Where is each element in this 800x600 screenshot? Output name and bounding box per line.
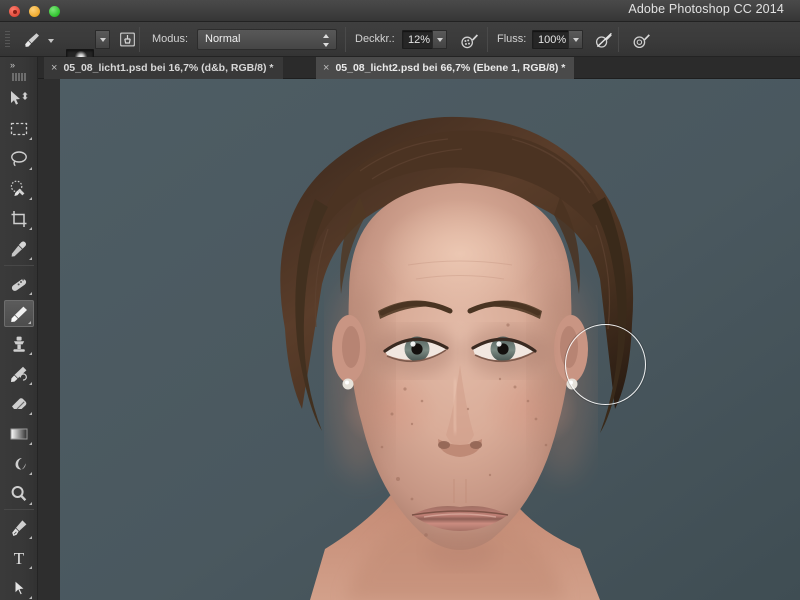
dodge-burn-tool[interactable] <box>4 450 34 477</box>
history-brush-tool[interactable] <box>4 360 34 387</box>
tool-flyout-indicator <box>29 472 32 475</box>
brush-tool-preset-icon[interactable] <box>20 28 44 51</box>
type-tool[interactable]: T <box>4 544 34 571</box>
canvas-area <box>38 79 800 600</box>
move-tool[interactable] <box>4 85 34 112</box>
title-bar: Adobe Photoshop CC 2014 <box>0 0 800 22</box>
mode-label: Modus: <box>152 33 189 45</box>
rectangular-marquee-tool[interactable] <box>4 115 34 142</box>
path-selection-tool[interactable] <box>4 574 34 600</box>
quick-selection-tool[interactable] <box>4 175 34 202</box>
photoshop-window: Adobe Photoshop CC 2014 160 <box>0 0 800 600</box>
brush-size-stepper[interactable] <box>95 30 110 49</box>
pressure-opacity-toggle-icon[interactable] <box>592 28 616 51</box>
tool-flyout-indicator <box>29 442 32 445</box>
close-tab-icon[interactable]: × <box>323 62 329 74</box>
svg-text:T: T <box>14 549 25 568</box>
tool-flyout-indicator <box>29 566 32 569</box>
opacity-label: Deckkr.: <box>355 33 395 45</box>
tool-flyout-indicator <box>29 137 32 140</box>
crop-tool[interactable] <box>4 205 34 232</box>
document-tab-label: 05_08_licht2.psd bei 66,7% (Ebene 1, RGB… <box>335 62 566 74</box>
pressure-size-toggle-icon[interactable] <box>630 28 654 51</box>
portrait-photo <box>60 79 800 600</box>
tool-flyout-indicator <box>29 596 32 599</box>
tool-options-bar: 160 Modus: Normal Deckkr.: 12% <box>0 22 800 74</box>
document-tab-licht1[interactable]: × 05_08_licht1.psd bei 16,7% (d&b, RGB/8… <box>44 57 283 79</box>
minimize-window-button[interactable] <box>29 6 40 17</box>
gradient-tool[interactable] <box>4 420 34 447</box>
tool-flyout-indicator <box>28 321 31 324</box>
document-tab-label: 05_08_licht1.psd bei 16,7% (d&b, RGB/8) … <box>63 62 274 74</box>
blend-mode-value: Normal <box>205 33 241 45</box>
brush-tool[interactable] <box>4 300 34 327</box>
document-canvas[interactable] <box>60 79 800 600</box>
options-bar-grip[interactable] <box>5 31 10 48</box>
document-tab-licht2[interactable]: × 05_08_licht2.psd bei 66,7% (Ebene 1, R… <box>316 57 575 79</box>
flow-label: Fluss: <box>497 33 527 45</box>
tool-flyout-indicator <box>29 197 32 200</box>
eyedropper-tool[interactable] <box>4 235 34 262</box>
tool-flyout-indicator <box>29 167 32 170</box>
application-title: Adobe Photoshop CC 2014 <box>628 2 784 16</box>
brush-panel-toggle-icon[interactable] <box>115 28 139 51</box>
close-window-button[interactable] <box>9 6 20 17</box>
brush-preset-caret-icon[interactable] <box>48 39 54 43</box>
tool-flyout-indicator <box>29 227 32 230</box>
eraser-tool[interactable] <box>4 390 34 417</box>
zoom-tool[interactable] <box>4 480 34 507</box>
options-separator <box>618 27 619 52</box>
tool-flyout-indicator <box>29 352 32 355</box>
tools-panel: » T <box>0 57 38 600</box>
clone-stamp-tool[interactable] <box>4 330 34 357</box>
close-tab-icon[interactable]: × <box>51 62 57 74</box>
options-separator <box>345 27 346 52</box>
tool-flyout-indicator <box>29 292 32 295</box>
tool-flyout-indicator <box>29 382 32 385</box>
collapse-panel-icon[interactable]: » <box>10 60 15 70</box>
pen-tool[interactable] <box>4 514 34 541</box>
tool-flyout-indicator <box>29 257 32 260</box>
airbrush-toggle-icon[interactable] <box>458 28 482 51</box>
flow-dropdown-arrow[interactable] <box>568 30 583 49</box>
tools-divider <box>4 509 34 510</box>
chevron-updown-icon <box>323 34 330 47</box>
options-separator <box>487 27 488 52</box>
opacity-dropdown-arrow[interactable] <box>432 30 447 49</box>
tool-flyout-indicator <box>29 502 32 505</box>
blend-mode-select[interactable]: Normal <box>197 29 337 50</box>
lasso-tool[interactable] <box>4 145 34 172</box>
spot-healing-brush-tool[interactable] <box>4 270 34 297</box>
options-separator <box>139 27 140 52</box>
document-tab-bar: × 05_08_licht1.psd bei 16,7% (d&b, RGB/8… <box>38 57 800 79</box>
maximize-window-button[interactable] <box>49 6 60 17</box>
tools-panel-grip[interactable] <box>12 73 26 81</box>
tool-flyout-indicator <box>29 412 32 415</box>
tool-flyout-indicator <box>29 536 32 539</box>
tools-divider <box>4 265 34 266</box>
